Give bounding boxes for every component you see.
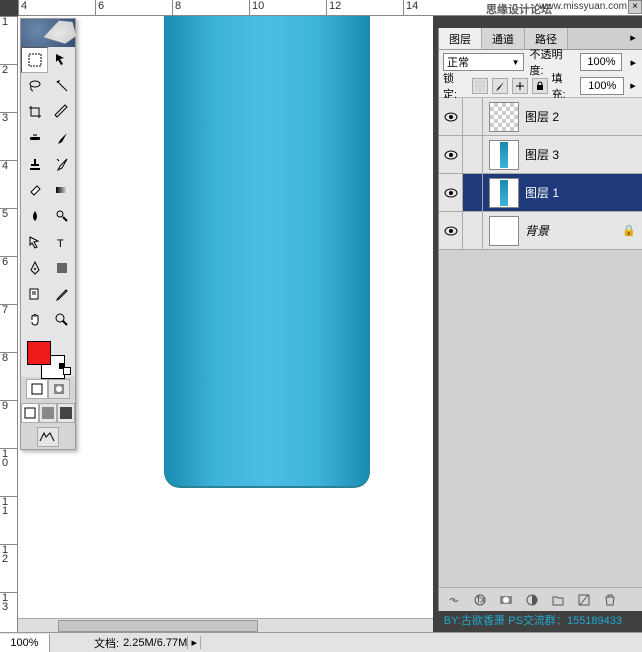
eraser-tool[interactable] [21,177,48,203]
layer-mask-icon[interactable] [497,591,515,609]
layer-list: 图层 2 图层 3 图层 1 背景 🔒 [439,98,642,587]
opacity-input[interactable]: 100% [580,53,622,71]
standard-mode-button[interactable] [26,379,48,399]
svg-text:fx: fx [477,594,486,606]
screen-mode-full[interactable] [57,403,75,423]
delete-layer-icon[interactable] [601,591,619,609]
hand-tool[interactable] [21,307,48,333]
fill-input[interactable]: 100% [580,77,624,95]
close-button[interactable]: × [628,0,642,14]
blur-tool[interactable] [21,203,48,229]
quickmask-mode-button[interactable] [48,379,70,399]
layer-row[interactable]: 背景 🔒 [439,212,642,250]
canvas-shape [164,16,370,486]
visibility-toggle[interactable] [439,174,463,211]
layer-group-icon[interactable] [549,591,567,609]
stamp-tool[interactable] [21,151,48,177]
svg-text:T: T [57,238,64,250]
lock-paint-icon[interactable] [492,78,508,94]
lock-transparency-icon[interactable] [472,78,488,94]
layer-thumbnail [489,140,519,170]
type-tool[interactable]: T [48,229,75,255]
canvas[interactable] [18,16,433,632]
layer-row[interactable]: 图层 3 [439,136,642,174]
layer-name[interactable]: 背景 [525,222,622,239]
brush-tool[interactable] [48,125,75,151]
layer-name[interactable]: 图层 2 [525,108,636,125]
pen-tool[interactable] [21,255,48,281]
healing-tool[interactable] [21,125,48,151]
zoom-tool[interactable] [48,307,75,333]
toolbox: T [20,18,76,450]
slice-tool[interactable] [48,99,75,125]
adjustment-layer-icon[interactable] [523,591,541,609]
gradient-tool[interactable] [48,177,75,203]
lock-all-icon[interactable] [532,78,548,94]
panel-menu-icon[interactable]: ▸ [624,28,642,49]
opacity-slider-icon[interactable]: ▸ [628,56,638,69]
visibility-toggle[interactable] [439,98,463,135]
foreground-color[interactable] [27,341,51,365]
new-layer-icon[interactable] [575,591,593,609]
path-select-tool[interactable] [21,229,48,255]
visibility-toggle[interactable] [439,212,463,249]
horizontal-scrollbar[interactable] [18,618,433,632]
app-logo [21,19,75,47]
tab-channels[interactable]: 通道 [482,28,525,49]
tab-layers[interactable]: 图层 [439,28,482,49]
layer-thumbnail [489,102,519,132]
doc-size-label: 文档: [90,635,123,651]
lock-icon: 🔒 [622,224,636,237]
history-brush-tool[interactable] [48,151,75,177]
magic-wand-tool[interactable] [48,73,75,99]
color-swatches[interactable] [21,337,75,377]
shape-tool[interactable] [48,255,75,281]
layer-thumbnail [489,178,519,208]
lock-position-icon[interactable] [512,78,528,94]
layer-name[interactable]: 图层 3 [525,146,636,163]
visibility-toggle[interactable] [439,136,463,173]
fill-slider-icon[interactable]: ▸ [628,79,638,92]
eyedropper-tool[interactable] [48,281,75,307]
default-colors-icon[interactable] [59,363,71,375]
doc-size-value: 2.25M/6.77M [123,637,187,649]
status-bar: 100% 文档: 2.25M/6.77M ▸ [0,632,642,652]
lasso-tool[interactable] [21,73,48,99]
watermark-url: www.missyuan.com [539,1,627,12]
link-layers-icon[interactable] [445,591,463,609]
status-menu-icon[interactable]: ▸ [187,636,201,649]
fill-label: 填充: [552,70,577,102]
notes-tool[interactable] [21,281,48,307]
move-tool[interactable] [48,47,75,73]
layer-style-icon[interactable]: fx [471,591,489,609]
dodge-tool[interactable] [48,203,75,229]
layer-row[interactable]: 图层 1 [439,174,642,212]
lock-label: 锁定: [443,70,468,102]
layers-panel: 图层 通道 路径 ▸ 正常▼ 不透明度: 100% ▸ 锁定: 填充: 100%… [438,28,642,611]
vertical-ruler: 1 2 3 4 5 6 7 8 9 1 0 1 1 1 2 1 3 [0,16,18,632]
layer-row[interactable]: 图层 2 [439,98,642,136]
crop-tool[interactable] [21,99,48,125]
marquee-tool[interactable] [21,47,48,73]
layer-thumbnail [489,216,519,246]
credit-text: BY:古欲香萧 PS交流群：155189433 [444,612,622,628]
screen-mode-full-menu[interactable] [39,403,57,423]
blend-mode-select[interactable]: 正常▼ [443,53,524,71]
jump-to-button[interactable] [37,427,59,447]
screen-mode-standard[interactable] [21,403,39,423]
layer-name[interactable]: 图层 1 [525,184,636,201]
zoom-input[interactable]: 100% [0,634,50,652]
